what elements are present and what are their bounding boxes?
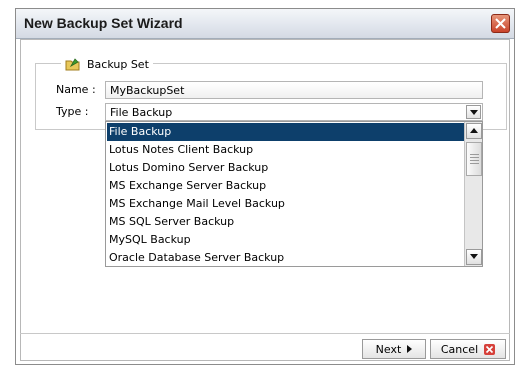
- group-legend: Backup Set: [61, 56, 153, 72]
- chevron-down-icon[interactable]: [466, 105, 481, 119]
- scroll-down-arrow-icon[interactable]: [466, 249, 482, 265]
- type-dropdown-list[interactable]: File Backup Lotus Notes Client Backup Lo…: [105, 121, 483, 267]
- scroll-up-arrow-icon[interactable]: [466, 123, 482, 139]
- name-field[interactable]: MyBackupSet: [105, 81, 483, 99]
- cancel-x-icon: [484, 343, 496, 355]
- dropdown-item[interactable]: Oracle Database Server Backup: [107, 249, 464, 267]
- dropdown-item[interactable]: File Backup: [107, 123, 464, 141]
- wizard-content: Backup Set Name : MyBackupSet Type : Fil…: [20, 39, 510, 361]
- name-label: Name :: [56, 83, 96, 96]
- dropdown-item[interactable]: MS SQL Server Backup: [107, 213, 464, 231]
- wizard-window: New Backup Set Wizard Backup Set Name : …: [15, 8, 515, 365]
- footer-divider: [20, 333, 510, 334]
- dropdown-item[interactable]: Lotus Domino Server Backup: [107, 159, 464, 177]
- group-legend-label: Backup Set: [87, 57, 149, 71]
- next-button[interactable]: Next: [362, 339, 426, 359]
- scroll-thumb[interactable]: [466, 142, 482, 176]
- close-icon: [495, 18, 506, 29]
- dropdown-item[interactable]: MS Exchange Server Backup: [107, 177, 464, 195]
- type-select-value: File Backup: [110, 106, 173, 119]
- dropdown-item[interactable]: MySQL Backup: [107, 231, 464, 249]
- dropdown-item[interactable]: Lotus Notes Client Backup: [107, 141, 464, 159]
- type-select[interactable]: File Backup: [105, 103, 483, 121]
- type-label: Type :: [56, 105, 89, 118]
- next-button-label: Next: [375, 342, 402, 356]
- dropdown-item[interactable]: MS Exchange Mail Level Backup: [107, 195, 464, 213]
- title-bar[interactable]: New Backup Set Wizard: [16, 9, 514, 39]
- dropdown-scrollbar[interactable]: [464, 122, 482, 266]
- cancel-button-label: Cancel: [440, 342, 479, 356]
- close-button[interactable]: [491, 14, 510, 33]
- arrow-right-icon: [407, 345, 413, 353]
- window-title: New Backup Set Wizard: [24, 15, 183, 31]
- folder-arrow-icon: [65, 58, 80, 71]
- cancel-button[interactable]: Cancel: [430, 339, 506, 359]
